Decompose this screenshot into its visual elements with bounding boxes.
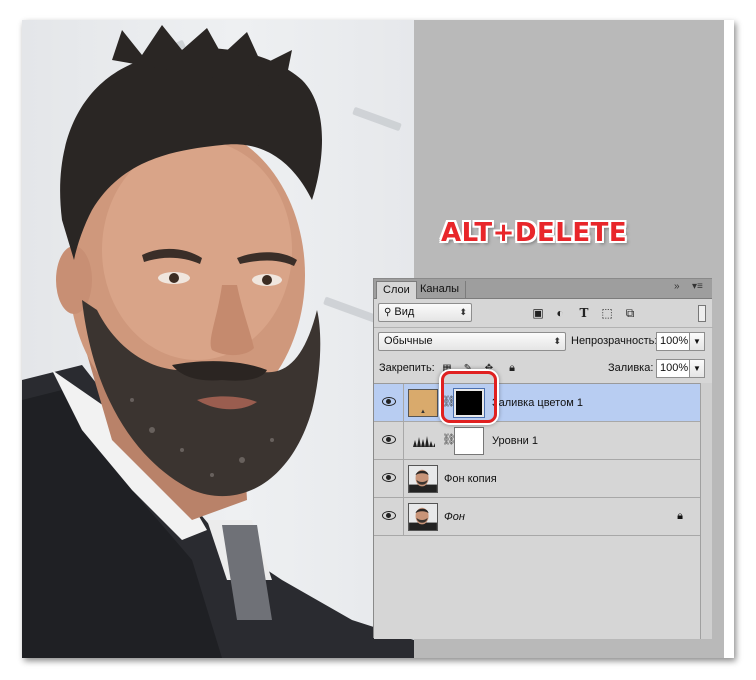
filter-kind-dropdown[interactable]: ⚲ Вид ⬍ [378, 303, 472, 322]
smart-object-filter-icon[interactable]: ⧉ [623, 307, 637, 320]
panel-tab-bar: Слои Каналы » ▾≡ [374, 279, 712, 299]
portrait-image [22, 25, 414, 658]
eye-icon [382, 435, 396, 444]
mask-highlight-frame [441, 371, 497, 423]
shortcut-caption: ALT+DELETE [441, 218, 628, 248]
collapse-panel-icon[interactable]: » [674, 281, 680, 292]
visibility-toggle[interactable] [374, 460, 404, 498]
layer-row-fill[interactable]: ▲ ⛓ Заливка цветом 1 [374, 384, 701, 422]
fill-label: Заливка: [608, 362, 654, 374]
adjustment-filter-icon[interactable]: ◐ [553, 307, 567, 320]
opacity-dropdown-icon[interactable]: ▼ [690, 332, 705, 351]
eye-icon [382, 511, 396, 520]
lock-icon[interactable]: 🔒︎ [677, 510, 683, 523]
fill-input[interactable]: 100% [656, 359, 690, 378]
document-canvas-photo [22, 20, 414, 658]
visibility-toggle[interactable] [374, 384, 404, 422]
layers-panel: Слои Каналы » ▾≡ ⚲ Вид ⬍ ▣ ◐ T ⬚ ⧉ Обычн… [373, 278, 713, 639]
shape-filter-icon[interactable]: ⬚ [600, 307, 614, 320]
visibility-toggle[interactable] [374, 498, 404, 536]
fill-color-thumbnail[interactable]: ▲ [408, 389, 438, 417]
search-icon: ⚲ [384, 307, 392, 318]
lock-all-icon[interactable]: 🔒︎ [505, 362, 519, 375]
filter-toggle-switch[interactable] [698, 305, 706, 322]
layer-row-levels[interactable]: ⛓ Уровни 1 [374, 422, 701, 460]
tab-channels[interactable]: Каналы [414, 281, 467, 299]
levels-adjustment-icon[interactable] [412, 434, 436, 448]
type-filter-icon[interactable]: T [577, 307, 591, 320]
blend-mode-value: Обычные [384, 335, 433, 347]
image-filter-icon[interactable]: ▣ [531, 307, 545, 320]
blend-row: Обычные ⬍ Непрозрачность: 100% ▼ [374, 327, 713, 355]
eye-icon [382, 397, 396, 406]
opacity-input[interactable]: 100% [656, 332, 690, 351]
layers-scrollbar[interactable] [700, 383, 712, 639]
panel-menu-icon[interactable]: ▾≡ [692, 281, 703, 292]
layers-list: ▲ ⛓ Заливка цветом 1 ⛓ Уровни 1 Фон копи [374, 383, 701, 639]
fill-dropdown-icon[interactable]: ▼ [690, 359, 705, 378]
lock-row: Закрепить: ▦ ✎ ✥ 🔒︎ Заливка: 100% ▼ [374, 355, 713, 383]
window-edge [724, 20, 734, 658]
eye-icon [382, 473, 396, 482]
layer-thumbnail[interactable] [408, 503, 438, 531]
layer-row-background-copy[interactable]: Фон копия [374, 460, 701, 498]
layer-row-background[interactable]: Фон 🔒︎ [374, 498, 701, 536]
layer-thumbnail[interactable] [408, 465, 438, 493]
opacity-label: Непрозрачность: [571, 335, 658, 347]
layer-name[interactable]: Уровни 1 [492, 422, 538, 460]
chevron-updown-icon: ⬍ [553, 336, 561, 346]
visibility-toggle[interactable] [374, 422, 404, 460]
fill-marker-icon: ▲ [420, 409, 426, 415]
layer-name[interactable]: Фон копия [444, 460, 497, 498]
layer-name[interactable]: Фон [444, 498, 465, 536]
filter-kind-label: Вид [394, 306, 415, 318]
tab-layers[interactable]: Слои [376, 281, 417, 299]
layer-name[interactable]: Заливка цветом 1 [492, 384, 583, 422]
filter-row: ⚲ Вид ⬍ ▣ ◐ T ⬚ ⧉ [374, 299, 713, 327]
lock-label: Закрепить: [379, 362, 435, 374]
chevron-updown-icon: ⬍ [459, 307, 467, 317]
layer-mask-thumbnail[interactable] [454, 427, 484, 455]
blend-mode-dropdown[interactable]: Обычные ⬍ [378, 332, 566, 351]
